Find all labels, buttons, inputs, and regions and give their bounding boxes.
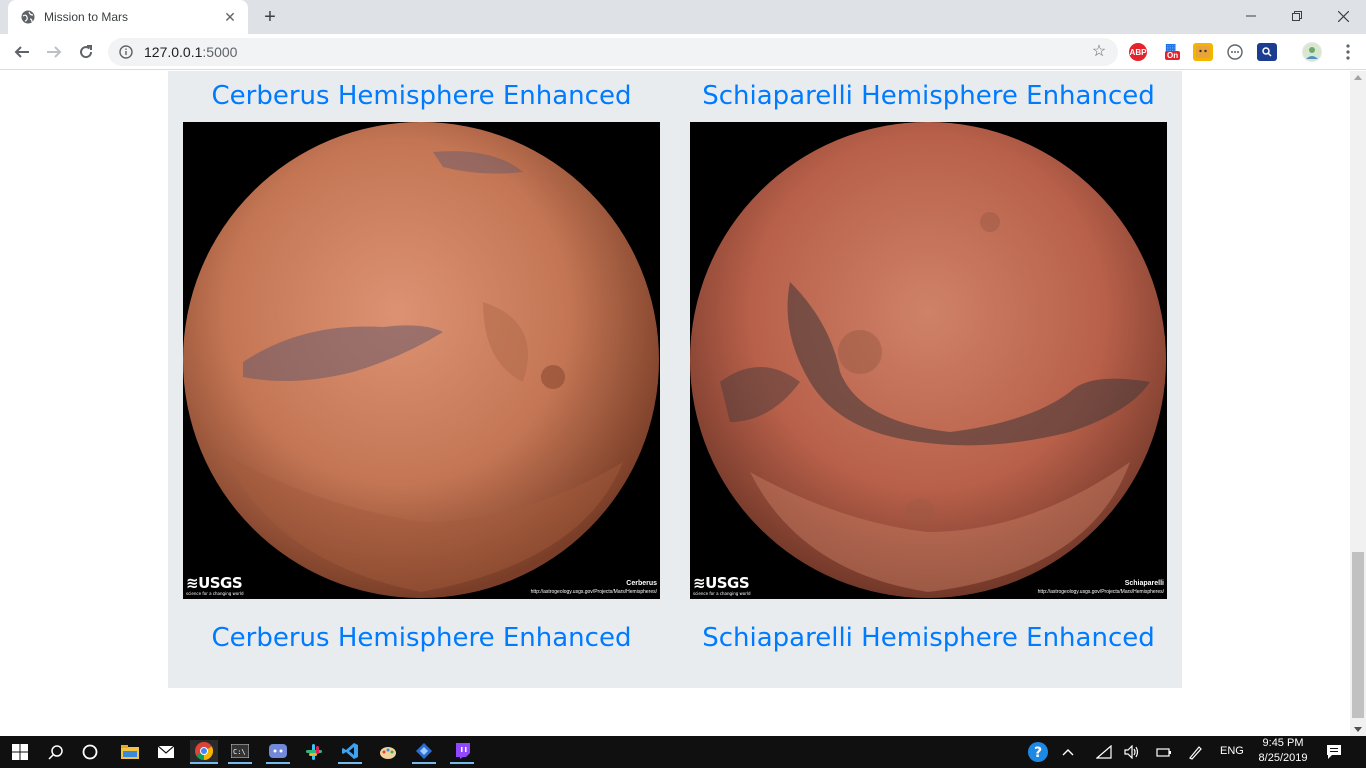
app-taskbar-icon[interactable] — [412, 740, 436, 764]
close-window-button[interactable] — [1320, 0, 1366, 32]
url-text: 127.0.0.1:5000 — [144, 44, 237, 60]
profile-avatar-icon[interactable] — [1302, 42, 1322, 62]
scroll-down-icon[interactable] — [1354, 727, 1362, 732]
extension-search-icon[interactable] — [1257, 43, 1277, 61]
extension-dots-icon[interactable] — [1225, 43, 1245, 61]
reload-icon[interactable] — [72, 38, 100, 66]
url-host: 127.0.0.1 — [144, 44, 203, 60]
usgs-logo: ≋USGS science for a changing world — [693, 574, 751, 597]
translate-on-icon[interactable]: ▦ On — [1163, 41, 1183, 61]
info-icon[interactable] — [118, 44, 134, 60]
on-badge: On — [1165, 51, 1181, 60]
usgs-logo: ≋USGS science for a changing world — [186, 574, 244, 597]
schiaparelli-planet-graphic — [690, 122, 1166, 598]
image-caption-name: Schiaparelli — [1124, 580, 1164, 587]
back-icon[interactable] — [8, 38, 36, 66]
clock-time[interactable]: 9:45 PM — [1260, 737, 1306, 749]
extension-face-icon[interactable] — [1193, 43, 1213, 61]
restore-button[interactable] — [1274, 0, 1320, 32]
browser-tab[interactable]: Mission to Mars ✕ — [8, 0, 248, 34]
hemispheres-container: Cerberus Hemisphere Enhanced Schiaparell… — [168, 71, 1182, 688]
help-icon[interactable]: ? — [1026, 740, 1050, 764]
chevron-up-icon[interactable] — [1056, 740, 1080, 764]
wifi-icon[interactable] — [1092, 740, 1116, 764]
search-icon[interactable] — [44, 740, 68, 764]
taskbar: C:\ ? ENG 9:45 PM 8/25/2019 — [0, 736, 1366, 768]
image-caption: Schiaparelli http://astrogeology.usgs.go… — [1038, 580, 1164, 596]
usgs-tagline: science for a changing world — [186, 591, 244, 596]
pen-icon[interactable] — [1184, 740, 1208, 764]
new-tab-button[interactable]: + — [258, 5, 282, 29]
tab-strip: Mission to Mars ✕ + — [0, 0, 1366, 34]
usgs-logo-text: USGS — [198, 574, 243, 592]
hemisphere-title-schiaparelli-bottom[interactable]: Schiaparelli Hemisphere Enhanced — [690, 623, 1167, 653]
globe-icon — [20, 9, 36, 25]
cerberus-hemisphere-image: ≋USGS science for a changing world Cerber… — [183, 122, 660, 599]
svg-text:C:\: C:\ — [233, 748, 246, 756]
address-bar[interactable]: 127.0.0.1:5000 ☆ — [108, 38, 1118, 66]
language-indicator[interactable]: ENG — [1220, 745, 1244, 757]
battery-icon[interactable] — [1152, 740, 1176, 764]
menu-icon[interactable] — [1334, 38, 1362, 66]
scroll-up-icon[interactable] — [1354, 75, 1362, 80]
cerberus-planet-graphic — [183, 122, 659, 598]
file-explorer-icon[interactable] — [118, 740, 142, 764]
svg-text:?: ? — [1034, 745, 1042, 761]
page-scrollbar[interactable] — [1350, 71, 1366, 736]
minimize-button[interactable] — [1228, 0, 1274, 32]
windows-start-icon[interactable] — [8, 740, 32, 764]
schiaparelli-hemisphere-image: ≋USGS science for a changing world Schiap… — [690, 122, 1167, 599]
notifications-icon[interactable] — [1322, 740, 1346, 764]
twitch-icon[interactable] — [450, 740, 474, 764]
image-caption-name: Cerberus — [626, 580, 657, 587]
image-caption-link: http://astrogeology.usgs.gov/Projects/Ma… — [530, 589, 657, 595]
slack-icon[interactable] — [302, 740, 326, 764]
usgs-tagline: science for a changing world — [693, 591, 751, 596]
image-caption: Cerberus http://astrogeology.usgs.gov/Pr… — [531, 580, 657, 596]
cortana-icon[interactable] — [78, 740, 102, 764]
volume-icon[interactable] — [1120, 740, 1144, 764]
chrome-taskbar-icon[interactable] — [190, 740, 218, 764]
clock-date[interactable]: 8/25/2019 — [1255, 752, 1311, 764]
url-port: :5000 — [202, 44, 238, 60]
vscode-icon[interactable] — [338, 740, 362, 764]
bookmark-star-icon[interactable]: ☆ — [1090, 43, 1108, 61]
browser-toolbar: 127.0.0.1:5000 ☆ ABP ▦ On — [0, 34, 1366, 70]
close-tab-icon[interactable]: ✕ — [222, 9, 238, 25]
discord-icon[interactable] — [266, 740, 290, 764]
tab-title: Mission to Mars — [44, 10, 129, 24]
hemisphere-title-cerberus-top[interactable]: Cerberus Hemisphere Enhanced — [183, 81, 660, 111]
hemisphere-title-cerberus-bottom[interactable]: Cerberus Hemisphere Enhanced — [183, 623, 660, 653]
adblock-label: ABP — [1129, 47, 1147, 57]
scrollbar-thumb[interactable] — [1352, 552, 1364, 718]
usgs-logo-text: USGS — [705, 574, 750, 592]
mail-icon[interactable] — [154, 740, 178, 764]
adblock-plus-icon[interactable]: ABP — [1129, 43, 1147, 61]
hemisphere-title-schiaparelli-top[interactable]: Schiaparelli Hemisphere Enhanced — [690, 81, 1167, 111]
terminal-icon[interactable]: C:\ — [228, 740, 252, 764]
image-caption-link: http://astrogeology.usgs.gov/Projects/Ma… — [1037, 589, 1164, 595]
page-viewport: Cerberus Hemisphere Enhanced Schiaparell… — [0, 71, 1350, 736]
paint-icon[interactable] — [376, 740, 400, 764]
forward-icon[interactable] — [40, 38, 68, 66]
